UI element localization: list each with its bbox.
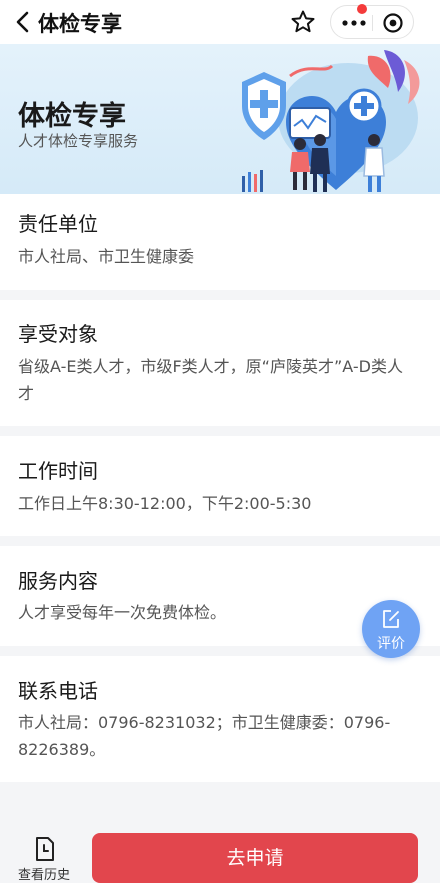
card-title: 服务内容	[18, 569, 98, 593]
hero-banner: 体检专享 人才体检专享服务	[0, 44, 440, 194]
card-working-hours: 工作时间 工作日上午8:30-12:00，下午2:00-5:30	[0, 436, 440, 536]
mini-program-capsule	[330, 4, 414, 39]
back-arrow-icon[interactable]	[12, 10, 34, 34]
capsule-divider	[372, 15, 373, 31]
banner-subtitle: 人才体检专享服务	[18, 132, 139, 150]
card-content: 工作日上午8:30-12:00，下午2:00-5:30	[18, 494, 312, 513]
favorite-star-icon[interactable]	[290, 9, 316, 35]
evaluate-label: 评价	[377, 636, 405, 652]
card-content: 市人社局：0796-8231032；市卫生健康委：0796-8226389。	[18, 713, 391, 759]
card-title: 工作时间	[18, 459, 98, 483]
history-label[interactable]: 查看历史	[18, 864, 70, 883]
card-title: 联系电话	[18, 679, 98, 703]
card-content: 市人社局、市卫生健康委	[18, 247, 195, 266]
card-title: 享受对象	[18, 322, 98, 346]
card-contact-phone: 联系电话 市人社局：0796-8231032；市卫生健康委：0796-82263…	[0, 656, 440, 782]
page-title: 体检专享	[38, 12, 122, 36]
banner-title: 体检专享	[18, 101, 126, 132]
card-title: 责任单位	[18, 212, 98, 236]
card-eligible-recipients: 享受对象 省级A-E类人才，市级F类人才，原“庐陵英才”A-D类人才	[0, 300, 440, 426]
navigation-bar: 体检专享	[0, 0, 440, 44]
card-responsible-unit: 责任单位 市人社局、市卫生健康委	[0, 194, 440, 290]
card-content: 人才享受每年一次免费体检。	[18, 603, 227, 622]
evaluate-button[interactable]: 评价	[362, 600, 420, 658]
edit-icon	[383, 610, 399, 628]
medical-checkup-illustration	[242, 50, 420, 192]
more-options-icon[interactable]	[341, 16, 367, 28]
apply-button[interactable]: 去申请	[92, 833, 418, 883]
card-content: 省级A-E类人才，市级F类人才，原“庐陵英才”A-D类人才	[18, 357, 403, 403]
close-mini-program-icon[interactable]	[382, 12, 404, 34]
notification-dot	[357, 4, 367, 14]
history-document-icon[interactable]	[33, 836, 57, 862]
